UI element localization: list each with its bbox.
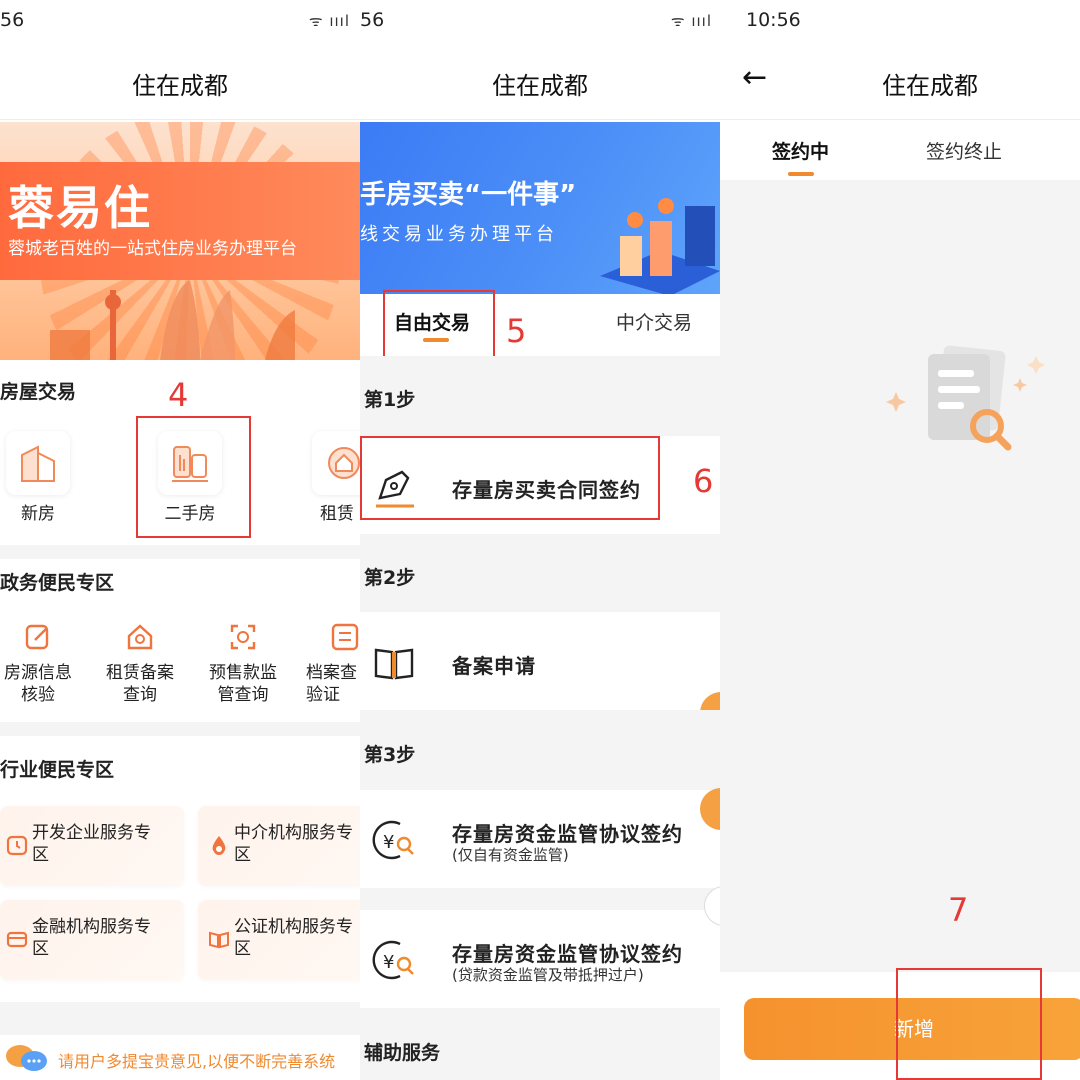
step-title-3: 第3步 (364, 744, 416, 766)
banner-headline: 手房买卖“一件事” (360, 180, 577, 210)
edit-icon[interactable] (23, 622, 53, 652)
card-icon (6, 931, 28, 948)
divider (0, 722, 360, 736)
gov-card: 房源信息 核验 租赁备案 查询 预售款监 管查询 档案查 验证 (0, 604, 360, 722)
book-icon (209, 931, 229, 949)
section-title-housing: 房屋交易 (0, 381, 77, 403)
empty-list-area (720, 180, 1080, 972)
aux-service-title: 辅助服务 (364, 1042, 441, 1064)
step-item-fund-supervision-loan[interactable]: ¥ 存量房资金监管协议签约 (贷款资金监管及带抵押过户) (360, 910, 720, 1008)
industry-label: 中介机构服务专区 (234, 823, 353, 865)
grid-label-rental[interactable]: 租赁 (320, 499, 354, 524)
industry-item-agency[interactable]: 中介机构服务专区 (198, 806, 360, 886)
industry-card: 开发企业服务专区 中介机构服务专区 金融机构服务专区 公证机构服务专区 (0, 792, 360, 1002)
status-signal-icon: ᯤ ıııl (308, 12, 350, 30)
gov-item-rental-record[interactable]: 租赁备案 查询 (100, 662, 180, 706)
industry-label: 开发企业服务专区 (32, 823, 151, 865)
feedback-notice[interactable]: 请用户多提宝贵意见,以便不断完善系统 (0, 1035, 360, 1080)
step-title-2: 第2步 (364, 567, 416, 589)
annotation-number-4: 4 (168, 376, 189, 414)
gov-item-archive[interactable]: 档案查 验证 (306, 662, 360, 706)
yuan-search-icon: ¥ (372, 820, 414, 860)
screen-home: 56 ᯤ ıııl 住在成都 蓉易住 蓉城老百姓的一站式住房业务办理平台 房屋交… (0, 0, 360, 1080)
section-title-gov: 政务便民专区 (0, 572, 115, 594)
tab-signing[interactable]: 签约中 (772, 137, 829, 164)
city-illustration-icon (600, 198, 720, 294)
house-search-icon[interactable] (125, 622, 155, 652)
yuan-search-icon: ¥ (372, 940, 414, 980)
status-time: 10:56 (746, 9, 801, 31)
nav-bar: 住在成都 (0, 42, 360, 120)
industry-item-finance[interactable]: 金融机构服务专区 (0, 900, 184, 980)
empty-document-icon (886, 345, 1045, 451)
step-title-1: 第1步 (364, 389, 416, 411)
checklist-icon[interactable] (330, 622, 360, 652)
rental-icon (328, 447, 360, 479)
brand-name: 蓉易住 (8, 181, 152, 235)
tab-agency-trade[interactable]: 中介交易 (616, 308, 692, 335)
page-title: 住在成都 (882, 72, 978, 100)
city-skyline-icon (50, 280, 295, 360)
annotation-box-6 (360, 436, 660, 520)
chat-bubble-icon (6, 1045, 47, 1071)
industry-item-developer[interactable]: 开发企业服务专区 (0, 806, 184, 886)
step-item-fund-supervision-own[interactable]: ¥ 存量房资金监管协议签约 (仅自有资金监管) (360, 790, 720, 888)
tab-indicator (788, 172, 814, 176)
industry-label: 金融机构服务专区 (32, 917, 151, 959)
annotation-box-4 (136, 416, 251, 538)
grid-label-new-house[interactable]: 新房 (6, 499, 70, 524)
svg-text:¥: ¥ (383, 832, 394, 853)
annotation-number-7: 7 (948, 891, 969, 929)
page-title: 住在成都 (492, 72, 588, 100)
annotation-box-7 (896, 968, 1042, 1080)
drop-icon (212, 836, 226, 855)
step-item-title: 存量房资金监管协议签约 (452, 822, 683, 846)
grid-item-new-house[interactable] (6, 431, 70, 495)
annotation-number-5: 5 (506, 312, 527, 350)
screen-contract-list: 10:56 ← 住在成都 签约中 签约终止 新增 7 (720, 0, 1080, 1080)
step-item-title: 存量房资金监管协议签约 (452, 942, 683, 966)
nav-bar: ← 住在成都 (720, 42, 1080, 120)
divider (0, 545, 360, 559)
page-title: 住在成都 (132, 72, 228, 100)
grid-item-rental[interactable] (312, 431, 360, 495)
hero-banner[interactable]: 手房买卖“一件事” 线交易业务办理平台 (360, 122, 720, 294)
hero-banner[interactable]: 蓉易住 蓉城老百姓的一站式住房业务办理平台 (0, 122, 360, 360)
banner-subtitle: 线交易业务办理平台 (360, 224, 558, 245)
divider (0, 1002, 360, 1035)
scan-money-icon[interactable] (228, 622, 258, 652)
section-title-industry: 行业便民专区 (0, 759, 115, 781)
step-item-title: 备案申请 (452, 654, 536, 678)
tab-terminated[interactable]: 签约终止 (926, 137, 1002, 164)
svg-text:¥: ¥ (383, 952, 394, 973)
contract-status-tabs: 签约中 签约终止 (720, 120, 1080, 180)
status-time: 56 (0, 9, 25, 31)
building-icon (21, 445, 55, 482)
screen-second-hand: 56 ᯤ ıııl 住在成都 手房买卖“一件事” 线交易业务办理平台 自由交易 … (360, 0, 720, 1080)
status-time: 56 (360, 9, 385, 31)
clock-icon (6, 835, 28, 856)
status-signal-icon: ᯤ ıııl (670, 12, 712, 30)
annotation-number-6: 6 (693, 462, 714, 500)
back-arrow-icon[interactable]: ← (742, 60, 767, 95)
step-item-subtitle: (贷款资金监管及带抵押过户) (452, 966, 644, 984)
status-bar: 56 ᯤ ıııl (360, 0, 720, 42)
step-item-subtitle: (仅自有资金监管) (452, 846, 569, 864)
status-bar: 10:56 (720, 0, 1080, 42)
brand-slogan: 蓉城老百姓的一站式住房业务办理平台 (8, 239, 297, 259)
industry-label: 公证机构服务专区 (234, 917, 353, 959)
feedback-text: 请用户多提宝贵意见,以便不断完善系统 (58, 1052, 336, 1071)
nav-bar: 住在成都 (360, 42, 720, 120)
status-bar: 56 ᯤ ıııl (0, 0, 360, 42)
industry-item-notary[interactable]: 公证机构服务专区 (198, 900, 360, 980)
annotation-box-5 (383, 290, 495, 359)
gov-item-verify[interactable]: 房源信息 核验 (0, 662, 76, 706)
step-item-filing[interactable]: 备案申请 (360, 612, 720, 710)
open-book-icon (374, 648, 414, 680)
divider (360, 888, 720, 910)
gov-item-presale[interactable]: 预售款监 管查询 (202, 662, 284, 706)
